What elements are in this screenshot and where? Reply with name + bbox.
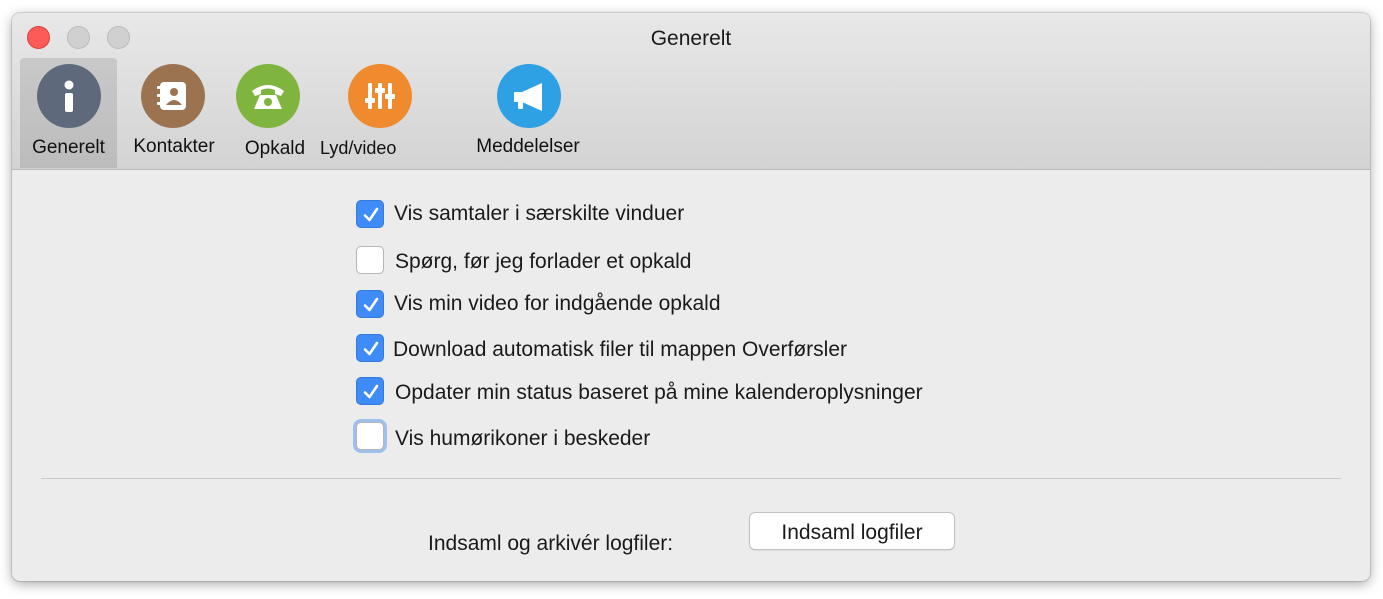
window-title: Generelt: [650, 27, 732, 50]
collect-logs-label: Indsaml og arkivér logfiler:: [428, 532, 674, 555]
checkbox-checked[interactable]: [356, 334, 384, 362]
option-label: Download automatisk filer til mappen Ove…: [393, 338, 848, 361]
tab-lyd-video[interactable]: Lyd/video: [320, 58, 440, 168]
sliders-icon: [348, 64, 412, 128]
checkbox-checked[interactable]: [356, 200, 384, 228]
collect-logs-button[interactable]: Indsaml logfiler: [749, 512, 955, 550]
contact-book-icon: [141, 64, 205, 128]
option-label: Opdater min status baseret på mine kalen…: [395, 381, 923, 404]
tab-generelt[interactable]: Generelt: [20, 58, 117, 168]
info-icon: [37, 64, 101, 128]
tab-opkald[interactable]: Opkald: [227, 58, 323, 168]
preferences-window: Generelt Generelt Kontakter Opkald Lyd/v…: [12, 13, 1370, 581]
tab-meddelelser[interactable]: Meddelelser: [463, 58, 593, 168]
divider: [41, 478, 1341, 479]
megaphone-icon: [497, 64, 561, 128]
toolbar: Generelt Generelt Kontakter Opkald Lyd/v…: [12, 13, 1370, 170]
checkmark-icon: [363, 341, 379, 356]
tab-label: Meddelelser: [476, 136, 580, 157]
checkbox-unchecked[interactable]: [356, 246, 384, 274]
option-label: Vis humørikoner i beskeder: [395, 427, 651, 450]
checkmark-icon: [363, 207, 379, 222]
tab-label: Lyd/video: [320, 138, 397, 158]
option-label: Vis min video for indgående opkald: [394, 292, 721, 315]
checkmark-icon: [363, 297, 379, 312]
option-label: Vis samtaler i særskilte vinduer: [394, 202, 685, 225]
general-settings-panel: Vis samtaler i særskilte vinduer Spørg, …: [12, 170, 1370, 581]
phone-icon: [236, 64, 300, 128]
checkbox-unchecked[interactable]: [356, 422, 384, 450]
option-label: Spørg, før jeg forlader et opkald: [395, 250, 692, 273]
checkmark-icon: [363, 384, 379, 399]
checkbox-checked[interactable]: [356, 377, 384, 405]
checkbox-checked[interactable]: [356, 290, 384, 318]
